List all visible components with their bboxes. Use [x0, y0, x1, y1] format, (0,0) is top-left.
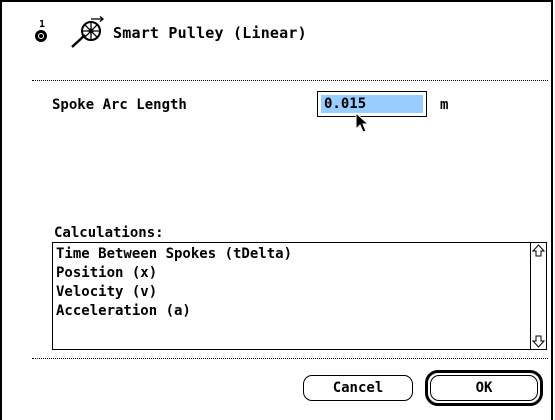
scrollbar[interactable] [530, 243, 546, 349]
calculations-list[interactable]: Time Between Spokes (tDelta) Position (x… [52, 242, 547, 350]
dialog-title: Smart Pulley (Linear) [113, 24, 307, 42]
calculations-label: Calculations: [54, 225, 164, 241]
footer-divider [32, 358, 548, 359]
list-item[interactable]: Position (x) [56, 264, 292, 283]
list-item[interactable]: Acceleration (a) [56, 302, 292, 321]
spoke-arc-length-label: Spoke Arc Length [52, 97, 187, 113]
unit-label: m [440, 97, 449, 113]
smart-pulley-icon [71, 16, 105, 48]
port-number: 1 [39, 19, 46, 30]
scroll-up-arrow-icon[interactable] [531, 243, 546, 259]
ok-button[interactable]: OK [430, 375, 538, 401]
header-divider [32, 80, 548, 81]
scroll-down-arrow-icon[interactable] [531, 333, 546, 349]
spoke-arc-length-value[interactable]: 0.015 [321, 95, 423, 113]
list-item[interactable]: Velocity (v) [56, 283, 292, 302]
port-connector-icon [35, 30, 47, 42]
cancel-button[interactable]: Cancel [303, 375, 413, 401]
dialog-window: 1 Smart Pulley (Linear) Spoke Arc Length… [0, 0, 553, 420]
list-item[interactable]: Time Between Spokes (tDelta) [56, 245, 292, 264]
mouse-pointer-icon [355, 112, 370, 133]
